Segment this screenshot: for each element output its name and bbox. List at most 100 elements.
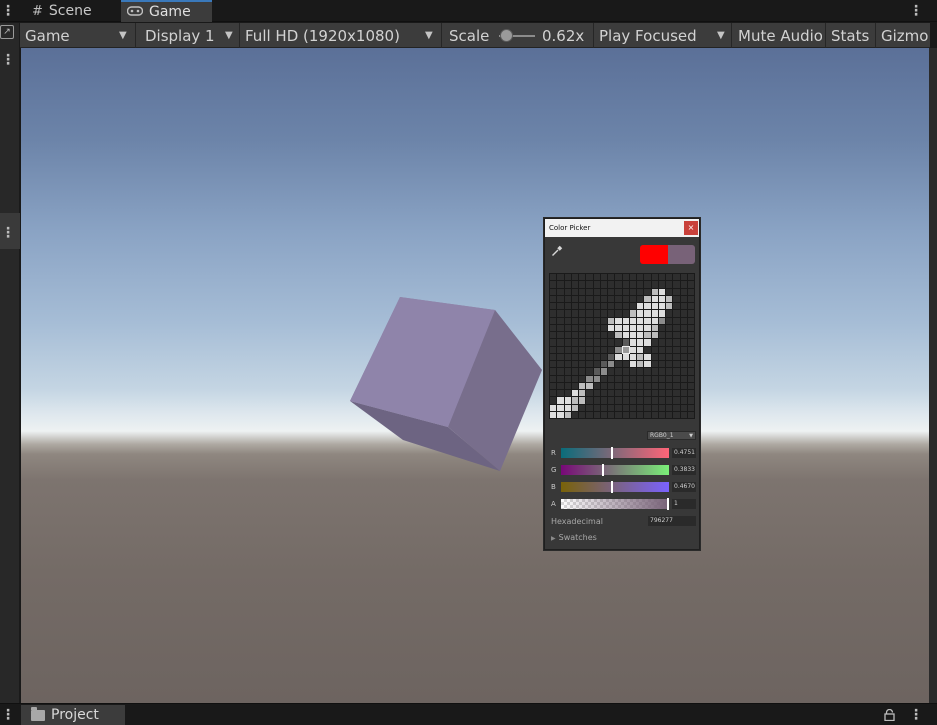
alpha-slider[interactable] bbox=[561, 498, 669, 510]
tab-scene-label: Scene bbox=[48, 3, 92, 19]
left-panel-menu-icon[interactable]: ⋮ bbox=[1, 4, 15, 18]
tab-game[interactable]: Game bbox=[121, 0, 212, 22]
sample-pixel bbox=[680, 346, 687, 353]
color-picker-title[interactable]: Color Picker bbox=[545, 219, 699, 237]
sample-pixel bbox=[629, 317, 636, 324]
green-value-field[interactable]: 0.3833 bbox=[672, 465, 696, 475]
sample-pixel bbox=[593, 382, 600, 389]
sample-pixel bbox=[615, 288, 622, 295]
resolution-caret-icon[interactable]: ▼ bbox=[425, 23, 433, 48]
maximize-icon[interactable]: ↗ bbox=[0, 25, 14, 39]
sample-pixel bbox=[600, 375, 607, 382]
sample-pixel bbox=[608, 310, 615, 317]
swatches-foldout[interactable]: ▶ Swatches bbox=[551, 533, 597, 542]
blue-slider-thumb[interactable] bbox=[611, 481, 613, 493]
play-mode-caret-icon[interactable]: ▼ bbox=[717, 23, 725, 48]
display-dropdown[interactable]: Display 1 bbox=[145, 23, 225, 48]
sample-pixel bbox=[644, 324, 651, 331]
blue-value-field[interactable]: 0.4670 bbox=[672, 482, 696, 492]
red-slider[interactable] bbox=[561, 447, 669, 459]
tab-scene[interactable]: # Scene bbox=[26, 0, 120, 22]
sample-pixel bbox=[579, 404, 586, 411]
game-viewport[interactable] bbox=[21, 48, 929, 703]
sample-pixel bbox=[651, 339, 658, 346]
sample-pixel bbox=[651, 353, 658, 360]
render-mode-caret-icon[interactable]: ▼ bbox=[119, 23, 127, 48]
red-value-field[interactable]: 0.4751 bbox=[672, 448, 696, 458]
green-slider-thumb[interactable] bbox=[602, 464, 604, 476]
sample-pixel bbox=[593, 361, 600, 368]
sample-pixel bbox=[644, 310, 651, 317]
sample-pixel bbox=[550, 353, 557, 360]
sample-pixel bbox=[615, 339, 622, 346]
sample-pixel bbox=[680, 332, 687, 339]
sample-pixel bbox=[666, 390, 673, 397]
sample-pixel bbox=[658, 324, 665, 331]
sample-pixel bbox=[644, 368, 651, 375]
sample-pixel bbox=[680, 404, 687, 411]
sample-pixel bbox=[600, 288, 607, 295]
game-view-menu-icon[interactable]: ⋮ bbox=[909, 4, 923, 18]
alpha-value-field[interactable]: 1 bbox=[672, 499, 696, 509]
sample-pixel bbox=[586, 324, 593, 331]
previous-color-swatch[interactable] bbox=[668, 245, 695, 264]
new-color-swatch bbox=[640, 245, 668, 264]
sample-pixel bbox=[622, 411, 629, 418]
render-mode-dropdown[interactable]: Game bbox=[25, 23, 125, 48]
tab-project[interactable]: Project bbox=[21, 705, 125, 725]
sample-pixel bbox=[644, 411, 651, 418]
sample-pixel bbox=[557, 295, 564, 302]
resolution-dropdown[interactable]: Full HD (1920x1080) bbox=[245, 23, 425, 48]
sample-pixel bbox=[571, 317, 578, 324]
lock-icon[interactable] bbox=[884, 709, 895, 721]
sample-pixel bbox=[564, 310, 571, 317]
gutter-handle-icon[interactable]: ⋮ bbox=[1, 226, 15, 240]
color-mode-dropdown[interactable]: RGB0_1 ▼ bbox=[647, 431, 696, 440]
blue-slider[interactable] bbox=[561, 481, 669, 493]
bottom-right-menu-icon[interactable]: ⋮ bbox=[909, 708, 923, 722]
hexadecimal-field[interactable]: 796277 bbox=[648, 516, 696, 526]
sample-pixel bbox=[680, 339, 687, 346]
play-mode-dropdown[interactable]: Play Focused bbox=[599, 23, 709, 48]
sample-pixel bbox=[673, 346, 680, 353]
scale-label-text: Scale bbox=[449, 26, 490, 45]
close-icon[interactable]: × bbox=[684, 221, 698, 235]
mute-audio-button[interactable]: Mute Audio bbox=[738, 23, 822, 48]
green-slider[interactable] bbox=[561, 464, 669, 476]
color-sample-grid[interactable] bbox=[549, 273, 695, 419]
sample-pixel bbox=[673, 303, 680, 310]
sample-pixel bbox=[557, 346, 564, 353]
sample-pixel bbox=[608, 361, 615, 368]
sample-pixel bbox=[637, 375, 644, 382]
sample-pixel bbox=[622, 295, 629, 302]
sample-pixel bbox=[680, 361, 687, 368]
sample-pixel bbox=[658, 397, 665, 404]
display-caret-icon[interactable]: ▼ bbox=[225, 23, 233, 48]
bottom-left-menu-icon[interactable]: ⋮ bbox=[1, 708, 15, 722]
scale-slider-handle[interactable] bbox=[500, 29, 513, 42]
alpha-slider-thumb[interactable] bbox=[667, 498, 669, 510]
sample-pixel bbox=[550, 390, 557, 397]
sample-pixel bbox=[629, 274, 636, 281]
red-slider-thumb[interactable] bbox=[611, 447, 613, 459]
sample-pixel bbox=[615, 361, 622, 368]
sample-pixel bbox=[557, 368, 564, 375]
gizmos-button[interactable]: Gizmo bbox=[881, 23, 930, 48]
sample-pixel bbox=[651, 281, 658, 288]
stats-button[interactable]: Stats bbox=[831, 23, 877, 48]
gutter-menu-icon[interactable]: ⋮ bbox=[1, 53, 15, 67]
sample-pixel bbox=[687, 288, 694, 295]
sample-pixel bbox=[608, 382, 615, 389]
eyedropper-icon[interactable] bbox=[551, 245, 563, 257]
sample-pixel bbox=[557, 310, 564, 317]
sample-pixel bbox=[608, 281, 615, 288]
gutter-panel-handle[interactable]: ⋮ bbox=[0, 213, 20, 249]
sample-pixel bbox=[687, 404, 694, 411]
sample-pixel bbox=[666, 339, 673, 346]
sample-pixel bbox=[600, 361, 607, 368]
sample-pixel bbox=[651, 404, 658, 411]
toolbar-divider bbox=[875, 23, 876, 48]
sample-pixel bbox=[557, 382, 564, 389]
sample-pixel bbox=[658, 346, 665, 353]
toolbar-divider bbox=[441, 23, 442, 48]
